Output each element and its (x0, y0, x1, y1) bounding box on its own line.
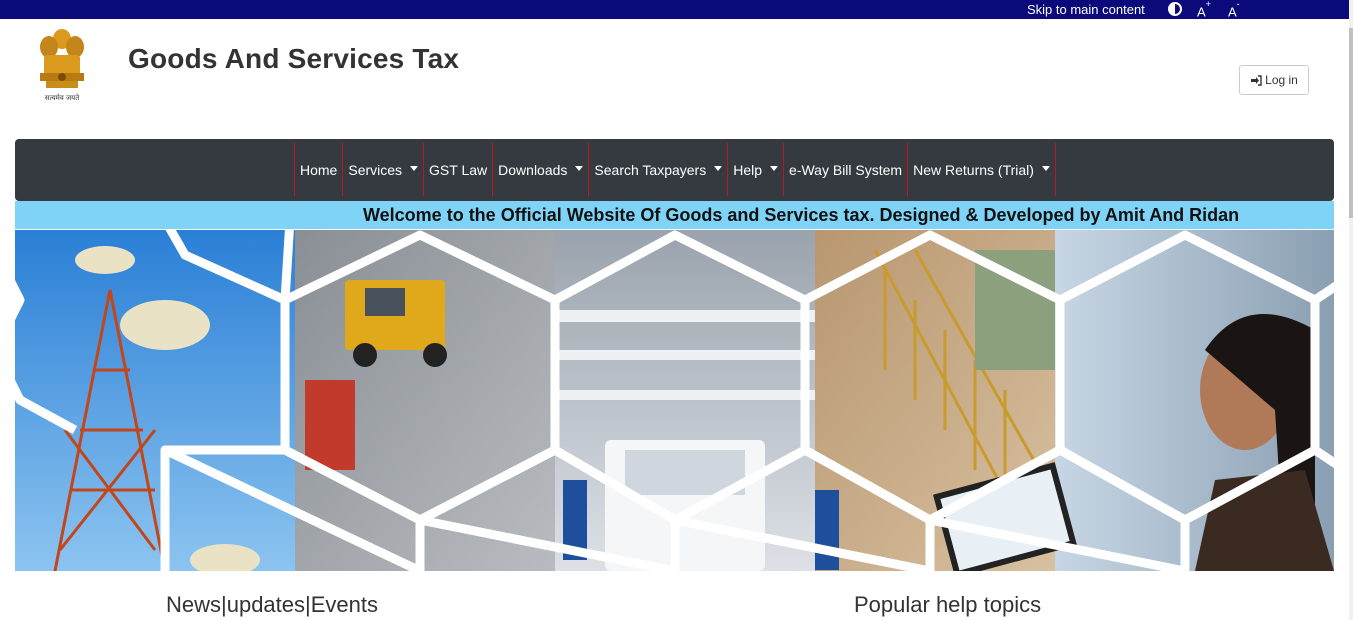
nav-item-search-taxpayers[interactable]: Search Taxpayers (588, 143, 727, 196)
nav-item-services[interactable]: Services (342, 143, 423, 196)
chevron-down-icon (714, 166, 723, 171)
nav-item-home[interactable]: Home (294, 143, 342, 196)
welcome-marquee: Welcome to the Official Website Of Goods… (15, 201, 1334, 229)
scrollbar-thumb[interactable] (1349, 28, 1353, 218)
news-updates-heading: News|updates|Events (166, 592, 378, 617)
login-button[interactable]: Log in (1239, 65, 1309, 95)
main-navbar: Home Services GST Law Downloads Search T… (15, 139, 1334, 201)
chevron-down-icon (410, 166, 419, 171)
marquee-text: Welcome to the Official Website Of Goods… (363, 205, 1240, 225)
nav-item-help[interactable]: Help (727, 143, 783, 196)
chevron-down-icon (770, 166, 779, 171)
hero-banner-image (15, 230, 1334, 571)
national-emblem-logo[interactable]: सत्यमेव जयते (34, 25, 90, 107)
font-decrease-button[interactable]: A- (1228, 0, 1240, 19)
page-scrollbar[interactable] (1349, 0, 1353, 620)
nav-item-gst-law[interactable]: GST Law (423, 143, 492, 196)
chevron-down-icon (1041, 166, 1050, 171)
login-label: Log in (1265, 73, 1298, 87)
nav-item-downloads[interactable]: Downloads (492, 143, 588, 196)
emblem-caption: सत्यमेव जयते (45, 93, 80, 102)
nav-item-eway-bill[interactable]: e-Way Bill System (783, 143, 907, 196)
help-topics-heading: Popular help topics (854, 592, 1042, 617)
nav-item-new-returns[interactable]: New Returns (Trial) (907, 143, 1056, 196)
site-title: Goods And Services Tax (128, 43, 460, 74)
skip-to-main-link[interactable]: Skip to main content (1027, 2, 1145, 17)
sign-in-icon (1251, 74, 1262, 86)
accessibility-bar: Skip to main content A+ A- (0, 0, 1349, 19)
chevron-down-icon (575, 166, 584, 171)
font-increase-button[interactable]: A+ (1197, 0, 1211, 19)
contrast-toggle-icon[interactable] (1168, 2, 1182, 16)
nav-menu: Home Services GST Law Downloads Search T… (294, 143, 1056, 196)
